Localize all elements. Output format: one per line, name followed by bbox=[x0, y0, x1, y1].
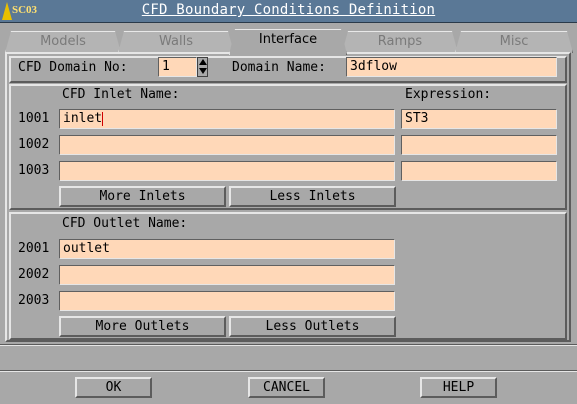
cancel-button[interactable]: CANCEL bbox=[248, 377, 325, 398]
domain-no-spinner-icon[interactable] bbox=[197, 57, 208, 77]
inlet-name-field-3[interactable] bbox=[59, 161, 395, 181]
domain-name-label: Domain Name: bbox=[232, 60, 326, 75]
text-cursor bbox=[102, 111, 104, 126]
inlet-name-header: CFD Inlet Name: bbox=[62, 87, 180, 102]
outlet-name-field-3[interactable] bbox=[59, 291, 395, 311]
domain-no-field[interactable]: 1 bbox=[158, 57, 197, 77]
help-button[interactable]: HELP bbox=[420, 377, 497, 398]
inlet-row-id: 1002 bbox=[18, 137, 50, 152]
inlet-name-value: inlet bbox=[63, 111, 103, 126]
inlet-row-id: 1001 bbox=[18, 111, 50, 126]
less-inlets-button[interactable]: Less Inlets bbox=[229, 186, 396, 207]
outlet-name-field-2[interactable] bbox=[59, 265, 395, 285]
outlet-row-id: 2001 bbox=[18, 241, 50, 256]
inlet-name-field-2[interactable] bbox=[59, 135, 395, 155]
outlet-name-field-1[interactable]: outlet bbox=[59, 239, 395, 259]
less-outlets-button[interactable]: Less Outlets bbox=[229, 316, 396, 337]
inlet-expression-field-2[interactable] bbox=[401, 135, 557, 155]
tab-misc[interactable]: Misc bbox=[455, 31, 573, 53]
outlet-row-id: 2002 bbox=[18, 267, 50, 282]
inlet-row-id: 1003 bbox=[18, 163, 50, 178]
tab-interface[interactable]: Interface bbox=[229, 29, 347, 55]
inlet-name-field-1[interactable]: inlet bbox=[59, 109, 395, 129]
window-title: CFD Boundary Conditions Definition bbox=[141, 2, 436, 18]
domain-name-field[interactable]: 3dflow bbox=[346, 57, 557, 77]
tab-models[interactable]: Models bbox=[5, 31, 121, 53]
outlet-name-header: CFD Outlet Name: bbox=[62, 216, 188, 231]
domain-no-label: CFD Domain No: bbox=[18, 60, 128, 75]
tab-walls[interactable]: Walls bbox=[118, 31, 234, 53]
outlet-row-id: 2003 bbox=[18, 293, 50, 308]
inlet-expression-header: Expression: bbox=[405, 87, 492, 102]
inlet-expression-field-1[interactable]: ST3 bbox=[401, 109, 557, 129]
more-inlets-button[interactable]: More Inlets bbox=[59, 186, 226, 207]
ok-button[interactable]: OK bbox=[75, 377, 152, 398]
divider bbox=[0, 370, 577, 372]
tab-ramps[interactable]: Ramps bbox=[342, 31, 458, 53]
inlet-expression-field-3[interactable] bbox=[401, 161, 557, 181]
dialog-window: SC03 CFD Boundary Conditions Definition … bbox=[0, 0, 577, 404]
title-bar[interactable]: SC03 CFD Boundary Conditions Definition bbox=[0, 0, 577, 23]
more-outlets-button[interactable]: More Outlets bbox=[59, 316, 226, 337]
divider bbox=[0, 344, 577, 346]
